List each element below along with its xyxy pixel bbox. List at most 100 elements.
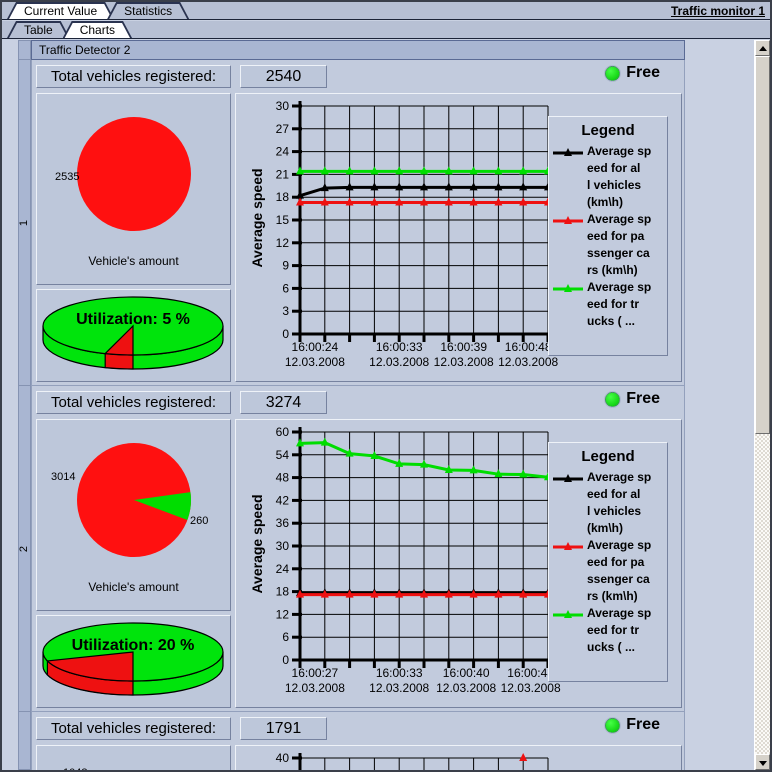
- total-vehicles-value: 1791: [240, 717, 327, 740]
- pie-value-label: 260: [190, 515, 208, 527]
- line-plot: 0 6 12 18 24 30 36 42 48 54 60: [276, 425, 552, 668]
- detector-row-3: Total vehicles registered: 1791 Free 104…: [31, 712, 685, 772]
- window-title-label: Traffic monitor 1: [670, 4, 765, 18]
- legend-title: Legend: [581, 448, 635, 465]
- svg-text:18: 18: [276, 585, 290, 599]
- legend-entry-text: Average sp eed for tr ucks ( ...: [587, 280, 652, 328]
- legend-entry: Average sp eed for tr ucks ( ...: [553, 605, 663, 656]
- detector-row-1: Total vehicles registered: 2540 Free 253…: [31, 60, 685, 386]
- status-led-icon: [605, 391, 621, 407]
- legend-swatch-icon: [553, 148, 583, 156]
- legend-entry: Average sp eed for al l vehicles (km\h): [553, 143, 663, 211]
- tab-label: Table: [24, 23, 53, 37]
- pie-value-label: 2535: [55, 171, 79, 183]
- row-number-2: 2: [19, 386, 31, 712]
- svg-text:24: 24: [276, 145, 290, 159]
- traffic-monitor-window: Current Value Statistics Traffic monitor…: [0, 0, 772, 772]
- tab-charts[interactable]: Charts: [63, 21, 132, 38]
- vehicle-amount-pie: 3014 260 Vehicle's amount: [36, 419, 231, 611]
- legend-entry: Average sp eed for pa ssenger ca rs (km\h): [553, 537, 663, 605]
- vertical-scrollbar[interactable]: [754, 40, 770, 770]
- utilization-text: Utilization: 5 %: [76, 311, 190, 328]
- svg-text:12: 12: [276, 607, 290, 621]
- svg-text:21: 21: [276, 167, 290, 181]
- pie-caption: Vehicle's amount: [88, 254, 179, 268]
- chart-legend: Legend Average sp eed for al l vehicles (km\…: [548, 116, 668, 356]
- legend-swatch-icon: [553, 284, 583, 292]
- pie-chart: 1048: [63, 767, 87, 772]
- svg-text:48: 48: [276, 471, 290, 485]
- pie-value-label: 1048: [63, 767, 87, 772]
- svg-text:30: 30: [276, 99, 290, 113]
- row-strip-header-stub: [19, 41, 30, 60]
- total-vehicles-value: 2540: [240, 65, 327, 88]
- svg-text:6: 6: [282, 630, 289, 644]
- pie-value-label: 3014: [51, 471, 75, 483]
- scroll-down-button[interactable]: [755, 754, 770, 770]
- x-axis-tick-label: 16:00:24 12.03.2008: [284, 340, 345, 369]
- status-text: Free: [626, 390, 660, 407]
- legend-entry: Average sp eed for al l vehicles (km\h): [553, 469, 663, 537]
- svg-text:12: 12: [276, 236, 290, 250]
- tab-table[interactable]: Table: [7, 21, 70, 38]
- svg-text:15: 15: [276, 213, 290, 227]
- line-plot: 0481216202428323640: [276, 751, 549, 770]
- svg-text:0: 0: [282, 653, 289, 667]
- scroll-up-button[interactable]: [755, 40, 770, 56]
- content-area: 1 2 Traffic Detector 2 Total vehicles re…: [2, 40, 770, 770]
- svg-text:6: 6: [282, 281, 289, 295]
- legend-entry-text: Average sp eed for tr ucks ( ...: [587, 606, 652, 654]
- total-vehicles-label: Total vehicles registered:: [36, 65, 231, 88]
- svg-text:54: 54: [276, 448, 290, 462]
- chart-legend: Legend Average sp eed for al l vehicles (km\…: [548, 442, 668, 682]
- legend-entry-text: Average sp eed for al l vehicles (km\h): [587, 144, 652, 209]
- total-vehicles-label: Total vehicles registered:: [36, 717, 231, 740]
- svg-text:30: 30: [276, 539, 290, 553]
- legend-entry: Average sp eed for tr ucks ( ...: [553, 279, 663, 330]
- svg-text:42: 42: [276, 493, 290, 507]
- tab-strip-main: Current Value Statistics: [2, 2, 770, 20]
- legend-entry-text: Average sp eed for pa ssenger ca rs (km\h): [587, 212, 652, 277]
- row-number-1: 1: [19, 60, 31, 386]
- legend-entry-text: Average sp eed for al l vehicles (km\h): [587, 470, 652, 535]
- x-axis-tick-label: 16:00:27 12.03.2008: [284, 666, 345, 695]
- legend-entry-text: Average sp eed for pa ssenger ca rs (km\h): [587, 538, 652, 603]
- pie-caption: Vehicle's amount: [88, 580, 179, 594]
- tab-label: Current Value: [24, 4, 98, 18]
- legend-swatch-icon: [553, 610, 583, 618]
- scrollbar-thumb[interactable]: [755, 56, 770, 434]
- svg-text:40: 40: [276, 751, 290, 765]
- legend-entry: Average sp eed for pa ssenger ca rs (km\h): [553, 211, 663, 279]
- down-arrow-icon: [759, 761, 767, 766]
- average-speed-chart: Average speed 0 6 12 18 24 30 36 42 48 54 60 16:00:2…: [235, 419, 682, 708]
- status-text: Free: [626, 716, 660, 733]
- status-indicator: Free: [605, 390, 660, 408]
- svg-text:18: 18: [276, 190, 290, 204]
- utilization-pie: Utilization: 20 %: [36, 615, 231, 708]
- total-vehicles-value: 3274: [240, 391, 327, 414]
- average-speed-chart: 0481216202428323640: [235, 745, 682, 770]
- row-number-3: [19, 712, 30, 770]
- utilization-text: Utilization: 20 %: [72, 637, 195, 654]
- status-indicator: Free: [605, 64, 660, 82]
- legend-swatch-icon: [553, 216, 583, 224]
- svg-text:60: 60: [276, 425, 290, 439]
- svg-text:3: 3: [282, 304, 289, 318]
- svg-text:27: 27: [276, 122, 290, 136]
- detector-row-2: Total vehicles registered: 3274 Free 301…: [31, 386, 685, 712]
- tab-current-value[interactable]: Current Value: [7, 2, 114, 19]
- tab-statistics[interactable]: Statistics: [107, 2, 189, 19]
- row-number-strip: 1 2: [18, 40, 31, 770]
- up-arrow-icon: [759, 46, 767, 51]
- tab-strip-view: Table Charts: [2, 21, 770, 39]
- legend-swatch-icon: [553, 542, 583, 550]
- svg-text:24: 24: [276, 562, 290, 576]
- scrollbar-track[interactable]: [755, 434, 770, 754]
- svg-text:9: 9: [282, 259, 289, 273]
- utilization-3d-pie: Utilization: 5 %: [42, 296, 224, 370]
- utilization-3d-pie: Utilization: 20 %: [42, 622, 224, 696]
- vehicle-amount-pie: 2535 Vehicle's amount: [36, 93, 231, 285]
- total-vehicles-label: Total vehicles registered:: [36, 391, 231, 414]
- status-indicator: Free: [605, 716, 660, 734]
- utilization-pie: Utilization: 5 %: [36, 289, 231, 382]
